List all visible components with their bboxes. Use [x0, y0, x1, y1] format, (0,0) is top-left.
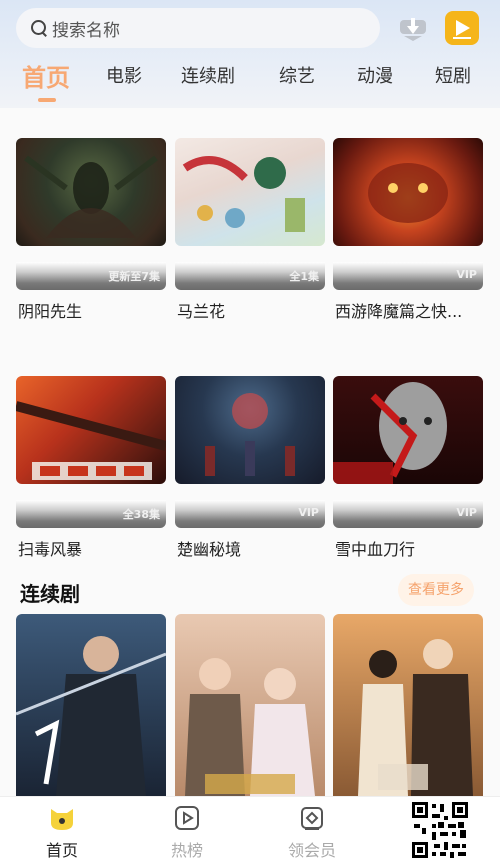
nav-item-home[interactable]: 首页: [22, 803, 102, 861]
home-cat-icon: [51, 809, 73, 830]
app-logo-icon[interactable]: [444, 10, 480, 46]
episode-badge: VIP: [333, 262, 483, 290]
poster-image[interactable]: [16, 376, 166, 484]
poster-image[interactable]: [333, 138, 483, 246]
top-header: 搜索名称 首页 电影 连续剧 综艺 动漫 短剧: [0, 0, 500, 108]
tab-movies[interactable]: 电影: [106, 62, 142, 88]
poster-image[interactable]: [16, 138, 166, 246]
episode-badge: 全1集: [175, 262, 325, 290]
poster-image[interactable]: [333, 376, 483, 484]
category-tabs: 首页 电影 连续剧 综艺 动漫 短剧: [0, 58, 500, 102]
search-icon: [30, 19, 48, 37]
series-poster[interactable]: [333, 614, 483, 796]
episode-badge: VIP: [333, 500, 483, 528]
series-poster[interactable]: [175, 614, 325, 796]
video-title[interactable]: 楚幽秘境: [177, 536, 323, 560]
video-title[interactable]: 马兰花: [177, 298, 323, 322]
section-title: 连续剧: [20, 582, 80, 606]
search-placeholder: 搜索名称: [52, 20, 120, 41]
video-title[interactable]: 西游降魔篇之快...: [335, 298, 481, 322]
nav-item-hotlist[interactable]: 热榜: [147, 803, 227, 861]
series-poster[interactable]: [16, 614, 166, 796]
poster-image[interactable]: [175, 138, 325, 246]
video-title[interactable]: 阴阳先生: [18, 298, 164, 322]
search-bar[interactable]: 搜索名称: [16, 8, 380, 48]
view-more-button[interactable]: 查看更多: [398, 574, 474, 606]
qr-code-icon[interactable]: [410, 800, 470, 860]
episode-badge: VIP: [175, 500, 325, 528]
vip-gem-icon: [301, 807, 323, 830]
tab-home[interactable]: 首页: [22, 58, 70, 93]
main-content: 更新至7集 阴阳先生 全1集 马兰花 VIP 西游降魔篇之快... 全38集 扫…: [0, 108, 500, 796]
tab-shorts[interactable]: 短剧: [435, 62, 471, 88]
download-icon[interactable]: [398, 14, 428, 42]
video-title[interactable]: 雪中血刀行: [335, 536, 481, 560]
video-title[interactable]: 扫毒风暴: [18, 536, 164, 560]
active-tab-indicator: [38, 98, 56, 102]
tab-anime[interactable]: 动漫: [357, 62, 393, 88]
episode-badge: 更新至7集: [16, 262, 166, 290]
episode-badge: 全38集: [16, 500, 166, 528]
nav-item-membership[interactable]: 领会员: [272, 803, 352, 861]
poster-image[interactable]: [175, 376, 325, 484]
play-square-icon: [175, 806, 199, 830]
tab-variety[interactable]: 综艺: [279, 62, 315, 88]
tab-series[interactable]: 连续剧: [181, 62, 235, 88]
